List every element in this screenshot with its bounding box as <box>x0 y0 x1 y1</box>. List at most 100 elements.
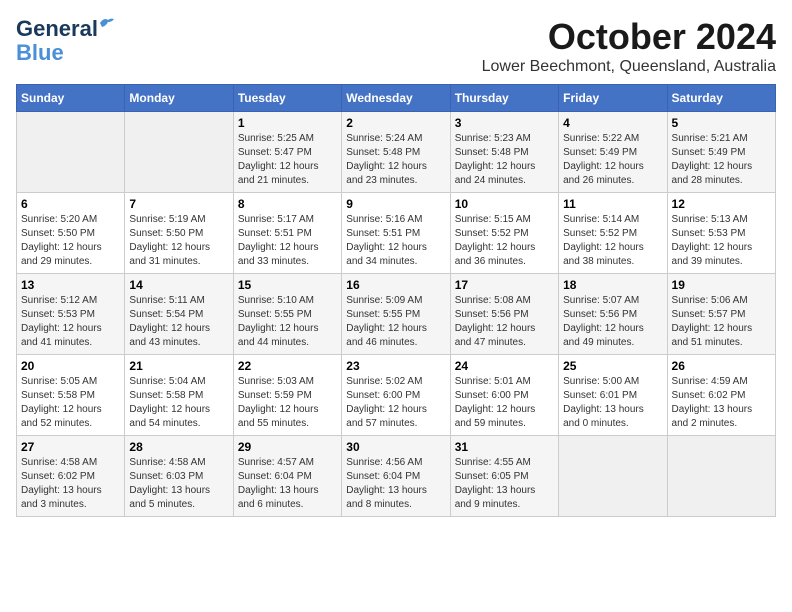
day-info: Sunrise: 5:23 AMSunset: 5:48 PMDaylight:… <box>455 132 554 188</box>
calendar-cell: 4 Sunrise: 5:22 AMSunset: 5:49 PMDaylight… <box>559 112 667 193</box>
day-number: 16 <box>346 278 445 292</box>
title-block: October 2024 Lower Beechmont, Queensland… <box>482 16 776 76</box>
calendar-cell: 18 Sunrise: 5:07 AMSunset: 5:56 PMDayligh… <box>559 274 667 355</box>
day-number: 26 <box>672 359 771 373</box>
calendar-cell: 7 Sunrise: 5:19 AMSunset: 5:50 PMDaylight… <box>125 193 233 274</box>
calendar-cell: 28Sunrise: 4:58 AMSunset: 6:03 PMDayligh… <box>125 436 233 517</box>
calendar-week-row: 27Sunrise: 4:58 AMSunset: 6:02 PMDayligh… <box>17 436 776 517</box>
calendar-cell: 27Sunrise: 4:58 AMSunset: 6:02 PMDayligh… <box>17 436 125 517</box>
day-info: Sunrise: 4:59 AMSunset: 6:02 PMDaylight:… <box>672 375 771 431</box>
calendar-cell: 24Sunrise: 5:01 AMSunset: 6:00 PMDayligh… <box>450 355 558 436</box>
day-number: 22 <box>238 359 337 373</box>
calendar-cell: 17 Sunrise: 5:08 AMSunset: 5:56 PMDayligh… <box>450 274 558 355</box>
day-number: 30 <box>346 440 445 454</box>
calendar-cell: 5Sunrise: 5:21 AMSunset: 5:49 PMDaylight… <box>667 112 775 193</box>
calendar-cell: 26 Sunrise: 4:59 AMSunset: 6:02 PMDayligh… <box>667 355 775 436</box>
weekday-header-saturday: Saturday <box>667 85 775 112</box>
day-info: Sunrise: 5:16 AMSunset: 5:51 PMDaylight:… <box>346 213 445 269</box>
day-info: Sunrise: 5:04 AMSunset: 5:58 PMDaylight:… <box>129 375 228 431</box>
calendar-cell: 11Sunrise: 5:14 AMSunset: 5:52 PMDayligh… <box>559 193 667 274</box>
day-info: Sunrise: 4:58 AMSunset: 6:03 PMDaylight:… <box>129 456 228 512</box>
page-header: General Blue October 2024 Lower Beechmon… <box>16 16 776 76</box>
day-number: 23 <box>346 359 445 373</box>
day-number: 18 <box>563 278 662 292</box>
day-number: 25 <box>563 359 662 373</box>
calendar-cell: 15 Sunrise: 5:10 AMSunset: 5:55 PMDayligh… <box>233 274 341 355</box>
day-info: Sunrise: 5:05 AMSunset: 5:58 PMDaylight:… <box>21 375 120 431</box>
day-info: Sunrise: 5:11 AMSunset: 5:54 PMDaylight:… <box>129 294 228 350</box>
day-number: 31 <box>455 440 554 454</box>
calendar-cell: 13 Sunrise: 5:12 AMSunset: 5:53 PMDayligh… <box>17 274 125 355</box>
day-number: 15 <box>238 278 337 292</box>
day-number: 24 <box>455 359 554 373</box>
day-info: Sunrise: 5:24 AMSunset: 5:48 PMDaylight:… <box>346 132 445 188</box>
calendar-cell: 19 Sunrise: 5:06 AMSunset: 5:57 PMDayligh… <box>667 274 775 355</box>
calendar-cell: 31 Sunrise: 4:55 AMSunset: 6:05 PMDayligh… <box>450 436 558 517</box>
calendar-cell: 16 Sunrise: 5:09 AMSunset: 5:55 PMDayligh… <box>342 274 450 355</box>
day-info: Sunrise: 5:17 AMSunset: 5:51 PMDaylight:… <box>238 213 337 269</box>
calendar-cell <box>17 112 125 193</box>
day-info: Sunrise: 5:14 AMSunset: 5:52 PMDaylight:… <box>563 213 662 269</box>
calendar-cell: 30 Sunrise: 4:56 AMSunset: 6:04 PMDayligh… <box>342 436 450 517</box>
calendar-cell: 25 Sunrise: 5:00 AMSunset: 6:01 PMDayligh… <box>559 355 667 436</box>
day-number: 4 <box>563 116 662 130</box>
calendar-week-row: 20 Sunrise: 5:05 AMSunset: 5:58 PMDayligh… <box>17 355 776 436</box>
day-info: Sunrise: 5:06 AMSunset: 5:57 PMDaylight:… <box>672 294 771 350</box>
calendar-cell: 29 Sunrise: 4:57 AMSunset: 6:04 PMDayligh… <box>233 436 341 517</box>
day-info: Sunrise: 5:08 AMSunset: 5:56 PMDaylight:… <box>455 294 554 350</box>
calendar-cell: 23 Sunrise: 5:02 AMSunset: 6:00 PMDayligh… <box>342 355 450 436</box>
calendar-cell: 9 Sunrise: 5:16 AMSunset: 5:51 PMDaylight… <box>342 193 450 274</box>
day-number: 21 <box>129 359 228 373</box>
weekday-header-wednesday: Wednesday <box>342 85 450 112</box>
day-info: Sunrise: 4:56 AMSunset: 6:04 PMDaylight:… <box>346 456 445 512</box>
calendar-cell <box>125 112 233 193</box>
day-info: Sunrise: 5:12 AMSunset: 5:53 PMDaylight:… <box>21 294 120 350</box>
day-number: 29 <box>238 440 337 454</box>
day-info: Sunrise: 5:10 AMSunset: 5:55 PMDaylight:… <box>238 294 337 350</box>
logo: General Blue <box>16 16 98 66</box>
day-number: 12 <box>672 197 771 211</box>
day-info: Sunrise: 4:55 AMSunset: 6:05 PMDaylight:… <box>455 456 554 512</box>
day-info: Sunrise: 5:03 AMSunset: 5:59 PMDaylight:… <box>238 375 337 431</box>
day-info: Sunrise: 5:09 AMSunset: 5:55 PMDaylight:… <box>346 294 445 350</box>
day-info: Sunrise: 5:22 AMSunset: 5:49 PMDaylight:… <box>563 132 662 188</box>
day-info: Sunrise: 4:57 AMSunset: 6:04 PMDaylight:… <box>238 456 337 512</box>
day-number: 19 <box>672 278 771 292</box>
calendar-week-row: 6Sunrise: 5:20 AMSunset: 5:50 PMDaylight… <box>17 193 776 274</box>
logo-blue: Blue <box>16 40 64 66</box>
day-number: 13 <box>21 278 120 292</box>
day-number: 2 <box>346 116 445 130</box>
day-info: Sunrise: 5:00 AMSunset: 6:01 PMDaylight:… <box>563 375 662 431</box>
calendar-cell: 22 Sunrise: 5:03 AMSunset: 5:59 PMDayligh… <box>233 355 341 436</box>
weekday-header-tuesday: Tuesday <box>233 85 341 112</box>
day-info: Sunrise: 5:07 AMSunset: 5:56 PMDaylight:… <box>563 294 662 350</box>
day-number: 14 <box>129 278 228 292</box>
day-number: 20 <box>21 359 120 373</box>
day-number: 17 <box>455 278 554 292</box>
calendar-cell: 12 Sunrise: 5:13 AMSunset: 5:53 PMDayligh… <box>667 193 775 274</box>
day-number: 8 <box>238 197 337 211</box>
day-number: 27 <box>21 440 120 454</box>
day-info: Sunrise: 5:02 AMSunset: 6:00 PMDaylight:… <box>346 375 445 431</box>
calendar-cell <box>667 436 775 517</box>
day-number: 1 <box>238 116 337 130</box>
weekday-header-monday: Monday <box>125 85 233 112</box>
day-number: 9 <box>346 197 445 211</box>
day-number: 3 <box>455 116 554 130</box>
calendar-cell <box>559 436 667 517</box>
logo-general: General <box>16 16 98 41</box>
calendar-cell: 10Sunrise: 5:15 AMSunset: 5:52 PMDayligh… <box>450 193 558 274</box>
day-info: Sunrise: 5:13 AMSunset: 5:53 PMDaylight:… <box>672 213 771 269</box>
calendar-table: SundayMondayTuesdayWednesdayThursdayFrid… <box>16 84 776 517</box>
month-title: October 2024 <box>482 16 776 58</box>
day-info: Sunrise: 5:19 AMSunset: 5:50 PMDaylight:… <box>129 213 228 269</box>
day-info: Sunrise: 5:21 AMSunset: 5:49 PMDaylight:… <box>672 132 771 188</box>
calendar-week-row: 13 Sunrise: 5:12 AMSunset: 5:53 PMDayligh… <box>17 274 776 355</box>
calendar-week-row: 1Sunrise: 5:25 AMSunset: 5:47 PMDaylight… <box>17 112 776 193</box>
day-number: 7 <box>129 197 228 211</box>
location-title: Lower Beechmont, Queensland, Australia <box>482 58 776 76</box>
calendar-cell: 14 Sunrise: 5:11 AMSunset: 5:54 PMDayligh… <box>125 274 233 355</box>
weekday-header-sunday: Sunday <box>17 85 125 112</box>
calendar-cell: 1Sunrise: 5:25 AMSunset: 5:47 PMDaylight… <box>233 112 341 193</box>
calendar-cell: 8 Sunrise: 5:17 AMSunset: 5:51 PMDaylight… <box>233 193 341 274</box>
